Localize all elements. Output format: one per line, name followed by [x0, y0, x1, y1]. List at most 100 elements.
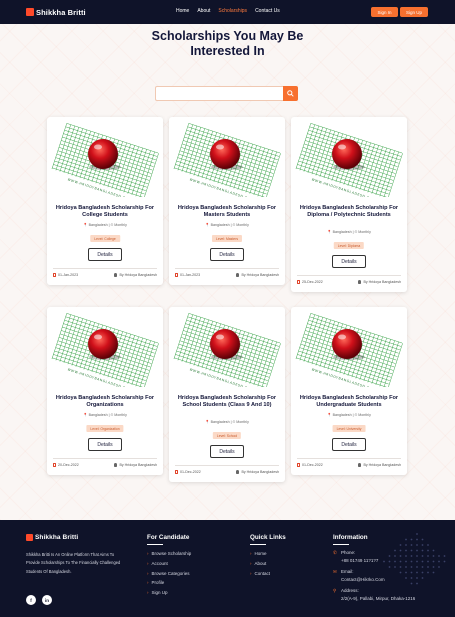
footer-link-label: Browse Scholarship	[151, 551, 192, 557]
footer-link[interactable]: › Account	[147, 559, 191, 569]
nav-link-about[interactable]: About	[197, 8, 210, 14]
user-icon	[357, 280, 362, 284]
footer-heading-underline	[333, 544, 349, 545]
card-divider	[175, 268, 279, 269]
sign-in-button[interactable]: Sign In	[371, 7, 398, 17]
footer-logo-mark-icon	[26, 534, 33, 541]
svg-text:WWW.HRIDOYBANGLADESH.ORG: WWW.HRIDOYBANGLADESH.ORG	[311, 177, 376, 197]
scholarship-card[interactable]: WWW.HRIDOYBANGLADESH.ORG Hridoya Banglad…	[47, 117, 163, 285]
footer-link[interactable]: › About	[250, 559, 286, 569]
scholarship-card[interactable]: WWW.HRIDOYBANGLADESH.ORG Hridoya Banglad…	[291, 307, 407, 475]
email-label: Email:	[341, 569, 354, 574]
footer-link[interactable]: › Browse Categories	[147, 568, 191, 578]
card-date-text: 01-Dec-2022	[180, 470, 201, 474]
details-button[interactable]: Details	[332, 255, 366, 268]
scholarship-title[interactable]: Hridoya Bangladesh Scholarship For Organ…	[53, 395, 157, 409]
footer-col-candidate: For Candidate › Browse Scholarship › Accou…	[147, 534, 191, 597]
card-footer: 20-Dec-2022 By Hridoya Bangladesh	[53, 463, 157, 467]
footer-link[interactable]: › Profile	[147, 578, 191, 588]
facebook-icon[interactable]: f	[26, 595, 36, 605]
email-icon: ✉	[333, 569, 337, 574]
calendar-icon	[175, 273, 178, 277]
scholarship-title[interactable]: Hridoya Bangladesh Scholarship For Schoo…	[175, 395, 279, 409]
arrow-icon: ›	[147, 590, 149, 596]
scholarship-title[interactable]: Hridoya Bangladesh Scholarship For Diplo…	[297, 205, 401, 219]
footer-quick-heading: Quick Links	[250, 534, 286, 541]
arrow-icon: ›	[147, 551, 149, 557]
search-input[interactable]	[155, 86, 283, 101]
card-date-text: 01-Jan-2023	[58, 273, 79, 277]
card-author: By Hridoya Bangladesh	[113, 273, 157, 277]
nav-link-home[interactable]: Home	[176, 8, 189, 14]
arrow-icon: ›	[147, 561, 149, 567]
calendar-icon	[175, 470, 178, 474]
card-author: By Hridoya Bangladesh	[235, 470, 279, 474]
scholarship-title[interactable]: Hridoya Bangladesh Scholarship For Colle…	[53, 205, 157, 219]
details-button[interactable]: Details	[88, 438, 122, 451]
card-date-text: 25-Dec-2022	[302, 280, 323, 284]
footer-link[interactable]: › Contact	[250, 568, 286, 578]
scholarship-card[interactable]: WWW.HRIDOYBANGLADESH.ORG Hridoya Banglad…	[169, 307, 285, 482]
calendar-icon	[53, 463, 56, 467]
footer-social: f in	[26, 595, 52, 605]
details-button[interactable]: Details	[210, 445, 244, 458]
nav-link-scholarships[interactable]: Scholarships	[218, 8, 247, 14]
details-button[interactable]: Details	[332, 438, 366, 451]
details-button[interactable]: Details	[88, 248, 122, 261]
search-button[interactable]	[283, 86, 298, 101]
card-author-text: By Hridoya Bangladesh	[241, 470, 279, 474]
footer-link[interactable]: › Home	[250, 549, 286, 559]
scholarship-title[interactable]: Hridoya Bangladesh Scholarship For Under…	[297, 395, 401, 409]
footer-link[interactable]: › Browse Scholarship	[147, 549, 191, 559]
scholarship-image: WWW.HRIDOYBANGLADESH.ORG	[173, 121, 281, 197]
phone-value[interactable]: +88 01749 11?1?7	[341, 557, 378, 565]
nav-links: Home About Scholarships Contact Us	[176, 8, 280, 14]
card-footer: 25-Dec-2022 By Hridoya Bangladesh	[297, 280, 401, 284]
footer-logo[interactable]: Shikkha Britti	[26, 534, 78, 541]
scholarship-card[interactable]: WWW.HRIDOYBANGLADESH.ORG Hridoya Banglad…	[47, 307, 163, 475]
scholarship-meta: 📍 Bangladesh | ⏱ Monthly	[327, 230, 371, 234]
scholarship-title[interactable]: Hridoya Bangladesh Scholarship For Maste…	[175, 205, 279, 219]
user-icon	[235, 273, 240, 277]
nav-link-contact[interactable]: Contact Us	[255, 8, 280, 14]
card-author-text: By Hridoya Bangladesh	[119, 273, 157, 277]
footer-link-label: Profile	[151, 580, 165, 586]
scholarship-card[interactable]: WWW.HRIDOYBANGLADESH.ORG Hridoya Banglad…	[169, 117, 285, 285]
sign-up-button[interactable]: Sign Up	[400, 7, 428, 17]
card-date: 01-Jan-2023	[53, 273, 78, 277]
card-author: By Hridoya Bangladesh	[235, 273, 279, 277]
site-logo[interactable]: Shikkha Britti	[26, 6, 86, 18]
email-value[interactable]: Contact@Hikrko.Com	[341, 576, 385, 584]
footer-heading-underline	[250, 544, 266, 545]
calendar-icon	[297, 280, 300, 284]
card-divider	[297, 458, 401, 459]
card-date-text: 01-Jan-2023	[180, 273, 201, 277]
card-footer: 01-Jan-2023 By Hridoya Bangladesh	[53, 273, 157, 277]
card-date: 01-Jan-2023	[175, 273, 200, 277]
scholarship-meta: 📍 Bangladesh | ⏱ Monthly	[205, 420, 249, 424]
page-title: Scholarships You May Be Interested In	[0, 29, 455, 59]
card-author: By Hridoya Bangladesh	[357, 280, 401, 284]
level-badge: Level: Masters	[211, 235, 243, 242]
search-icon	[287, 90, 294, 97]
footer-about-text: Shikkha Britti Is An Online Platform Tha…	[26, 552, 121, 574]
details-button[interactable]: Details	[210, 248, 244, 261]
card-date: 01-Dec-2022	[297, 463, 323, 467]
arrow-icon: ›	[147, 580, 149, 586]
scholarship-image: WWW.HRIDOYBANGLADESH.ORG	[173, 311, 281, 387]
level-badge: Level: Diploma	[333, 242, 365, 249]
svg-text:WWW.HRIDOYBANGLADESH.ORG: WWW.HRIDOYBANGLADESH.ORG	[189, 177, 254, 197]
logo-mark-icon	[26, 8, 34, 16]
scholarship-image: WWW.HRIDOYBANGLADESH.ORG	[51, 121, 159, 197]
svg-text:WWW.HRIDOYBANGLADESH.ORG: WWW.HRIDOYBANGLADESH.ORG	[67, 367, 132, 387]
linkedin-icon[interactable]: in	[42, 595, 52, 605]
scholarship-card[interactable]: WWW.HRIDOYBANGLADESH.ORG Hridoya Banglad…	[291, 117, 407, 292]
arrow-icon: ›	[250, 561, 252, 567]
level-badge: Level: Organization	[86, 425, 124, 432]
card-footer: 01-Jan-2023 By Hridoya Bangladesh	[175, 273, 279, 277]
footer-link[interactable]: › Sign Up	[147, 588, 191, 598]
user-icon	[235, 470, 240, 474]
footer-logo-text: Shikkha Britti	[35, 534, 79, 541]
location-pin-icon: ⚲	[333, 588, 337, 593]
footer-link-label: Account	[151, 561, 168, 567]
